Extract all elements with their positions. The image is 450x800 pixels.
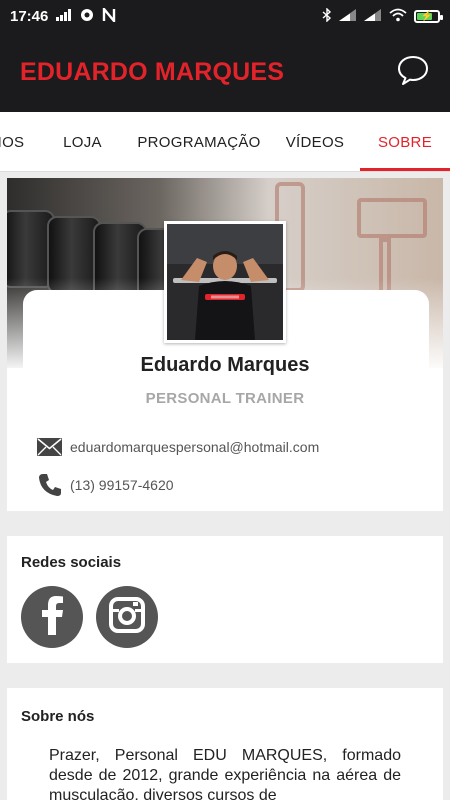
profile-role: PERSONAL TRAINER (145, 390, 305, 407)
phone-contact[interactable]: (13) 99157-4620 (37, 472, 174, 497)
social-section-title: Redes sociais (21, 554, 122, 571)
phone-icon (37, 472, 62, 497)
tab-sobre[interactable]: SOBRE (360, 112, 450, 171)
email-text: eduardomarquespersonal@hotmail.com (70, 438, 320, 455)
about-card: Sobre nós Prazer, Personal EDU MARQUES, … (7, 688, 443, 800)
tab-ios[interactable]: IOS (0, 112, 32, 171)
facebook-icon (37, 595, 67, 640)
social-card: Redes sociais (7, 536, 443, 663)
wifi-icon (389, 8, 407, 25)
email-contact[interactable]: eduardomarquespersonal@hotmail.com (37, 434, 319, 459)
status-time: 17:46 (10, 7, 49, 25)
chat-button[interactable] (396, 55, 430, 89)
app-header: EDUARDO MARQUES (0, 32, 450, 112)
phone-text: (13) 99157-4620 (70, 476, 174, 493)
instagram-icon (109, 596, 145, 638)
profile-photo[interactable] (164, 221, 286, 343)
facebook-button[interactable] (21, 586, 83, 648)
cell-signal-2-icon (364, 8, 382, 24)
notification-icon (80, 8, 94, 25)
bluetooth-icon (322, 6, 332, 25)
tab-loja[interactable]: LOJA (45, 112, 120, 171)
active-tab-indicator (360, 168, 450, 171)
instagram-button[interactable] (96, 586, 158, 648)
chat-bubble-icon (397, 55, 429, 90)
about-text: Prazer, Personal EDU MARQUES, formado de… (49, 747, 401, 800)
tab-bar: IOS LOJA PROGRAMAÇÃO VÍDEOS SOBRE (0, 112, 450, 172)
tab-programacao[interactable]: PROGRAMAÇÃO (135, 112, 263, 171)
n-app-icon (102, 5, 116, 25)
tab-videos[interactable]: VÍDEOS (275, 112, 355, 171)
app-title: EDUARDO MARQUES (20, 57, 285, 86)
about-section-title: Sobre nós (21, 708, 95, 725)
battery-icon: ⚡ (414, 9, 443, 23)
envelope-icon (37, 434, 62, 459)
profile-card: Eduardo Marques PERSONAL TRAINER eduardo… (7, 178, 443, 511)
profile-name: Eduardo Marques (140, 354, 310, 376)
cell-signal-icon (339, 8, 357, 24)
status-bar: 17:46 ⚡ (0, 0, 450, 32)
signal-bars-icon (56, 8, 72, 24)
